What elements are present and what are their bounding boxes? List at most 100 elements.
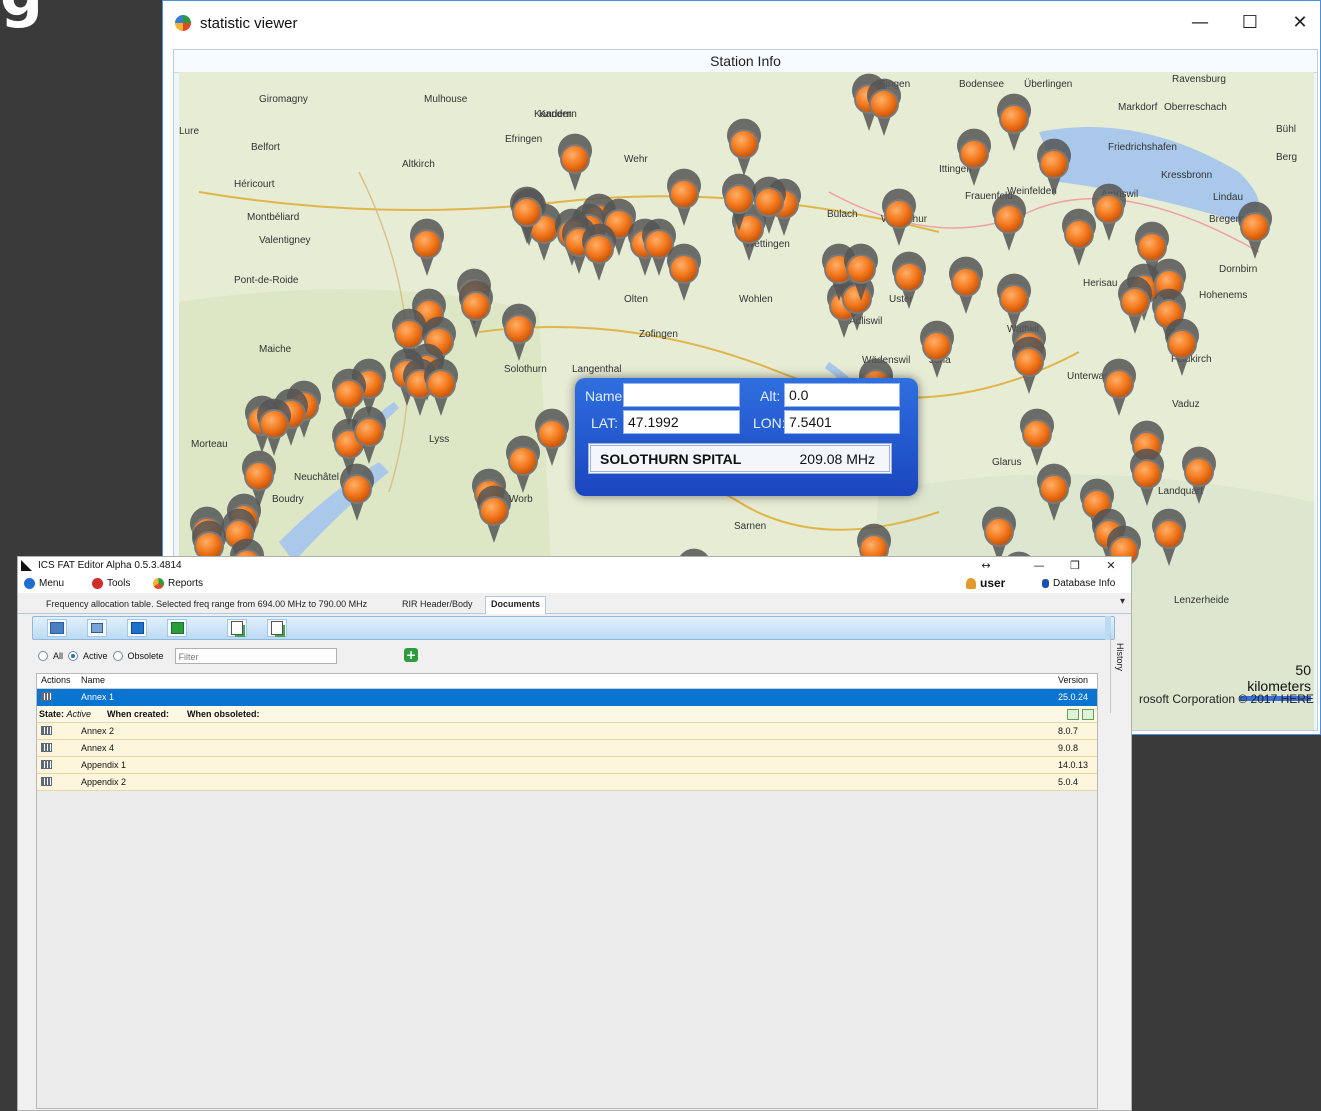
new-document-button[interactable]	[227, 619, 247, 637]
menu-label: Menu	[39, 578, 65, 589]
radio-obsolete-label: Obsolete	[127, 651, 164, 661]
map-place-label: Lyss	[429, 434, 449, 445]
grid-icon[interactable]	[41, 760, 52, 769]
map-place-label: Lindau	[1213, 192, 1243, 203]
map-place-label: Neuchâtel	[294, 472, 339, 483]
name-label: Name:	[585, 388, 627, 404]
menu-reports[interactable]: Reports	[153, 578, 203, 589]
lat-label: LAT:	[591, 415, 618, 431]
table-row-selected[interactable]: Annex 1 25.0.24	[37, 689, 1097, 706]
minimize-button[interactable]: —	[1024, 558, 1054, 574]
tab-list-icon[interactable]: ▾	[1120, 596, 1125, 607]
map-place-label: Langenthal	[572, 364, 622, 375]
grid-icon[interactable]	[41, 777, 52, 786]
row-name: Appendix 2	[81, 777, 127, 787]
edit-button[interactable]	[47, 619, 67, 637]
refresh-button[interactable]	[87, 619, 107, 637]
user-label: user	[980, 576, 1006, 590]
close-button[interactable]: ✕	[1096, 558, 1126, 574]
maximize-button[interactable]: ☐	[1230, 9, 1270, 37]
when-created-label: When created:	[107, 709, 170, 719]
menu-tools[interactable]: Tools	[92, 578, 130, 589]
map-place-label: Sarnen	[734, 521, 766, 532]
restore-button[interactable]: ❐	[1060, 558, 1090, 574]
grid-icon[interactable]	[41, 692, 52, 701]
map-place-label: Mulhouse	[424, 94, 468, 105]
col-name[interactable]: Name	[81, 675, 105, 685]
row-version: 8.0.7	[1058, 726, 1079, 736]
station-name: SOLOTHURN SPITAL	[600, 451, 742, 467]
map-place-label: Dornbirn	[1219, 264, 1257, 275]
export-icon	[170, 622, 184, 634]
alt-field[interactable]: 0.0	[784, 383, 900, 407]
map-place-label: Überlingen	[1024, 78, 1072, 90]
app-icon	[175, 15, 191, 31]
refresh-icon	[91, 623, 103, 633]
lon-field[interactable]: 7.5401	[784, 410, 900, 434]
row-version: 9.0.8	[1058, 743, 1079, 753]
tab-frequency-allocation[interactable]: Frequency allocation table. Selected fre…	[41, 597, 372, 612]
window-title: ICS FAT Editor Alpha 0.5.3.4814	[38, 560, 182, 571]
window-title: statistic viewer	[200, 15, 298, 32]
move-icon[interactable]: ↔	[971, 558, 1001, 574]
minimize-button[interactable]: —	[1180, 9, 1220, 37]
tools-label: Tools	[107, 578, 131, 589]
station-entry[interactable]: SOLOTHURN SPITAL 209.08 MHz	[588, 443, 892, 474]
add-icon[interactable]: +	[404, 648, 418, 662]
tools-icon	[92, 578, 103, 589]
name-field[interactable]	[623, 383, 740, 407]
window-button[interactable]	[127, 619, 147, 637]
user-menu[interactable]: user	[966, 576, 1005, 590]
lat-field[interactable]: 47.1992	[623, 410, 740, 434]
panel-header: Station Info	[174, 50, 1317, 73]
radio-all[interactable]	[38, 651, 48, 661]
station-frequency: 209.08 MHz	[799, 451, 875, 467]
radio-active[interactable]	[68, 651, 79, 661]
tab-strip: Frequency allocation table. Selected fre…	[18, 593, 1131, 614]
row-name: Appendix 1	[81, 760, 127, 770]
when-obsoleted-label: When obsoleted:	[187, 709, 260, 719]
user-icon	[966, 577, 976, 589]
state-label: State: Active	[39, 709, 92, 719]
globe-icon	[24, 578, 35, 589]
lon-label: LON:	[753, 415, 786, 431]
expand-icon[interactable]	[1082, 709, 1094, 720]
export-button[interactable]	[167, 619, 187, 637]
table-row[interactable]: Appendix 1 14.0.13	[37, 757, 1097, 774]
map-place-label: Montbéliard	[247, 212, 299, 223]
map-place-label: Friedrichshafen	[1108, 142, 1177, 153]
add-document-button[interactable]	[267, 619, 287, 637]
table-row[interactable]: Appendix 2 5.0.4	[37, 774, 1097, 791]
menu-menu[interactable]: Menu	[24, 578, 64, 589]
col-version[interactable]: Version	[1058, 675, 1088, 685]
map-place-label: Lenzerheide	[1174, 595, 1229, 606]
filter-input[interactable]: Filter	[174, 648, 337, 664]
col-actions[interactable]: Actions	[41, 675, 71, 685]
database-icon	[1042, 579, 1049, 588]
map-place-label: Wehr	[624, 154, 648, 165]
history-side-tab[interactable]: History	[1110, 633, 1125, 713]
map-place-label: Kressbronn	[1161, 170, 1212, 181]
map-copyright: rosoft Corporation © 2017 HERE	[1139, 692, 1314, 706]
table-row[interactable]: Annex 2 8.0.7	[37, 723, 1097, 740]
filter-bar: All Active Obsolete Filter	[38, 647, 337, 665]
alt-label: Alt:	[760, 388, 781, 404]
map-place-label: Markdorf	[1118, 102, 1158, 113]
close-button[interactable]: ✕	[1280, 9, 1320, 37]
map-place-label: Olten	[624, 294, 648, 305]
tab-documents[interactable]: Documents	[485, 596, 547, 614]
map-place-label: Maiche	[259, 344, 292, 355]
radio-active-label: Active	[83, 651, 108, 661]
reports-icon	[153, 578, 164, 589]
grid-icon[interactable]	[41, 726, 52, 735]
grid-icon[interactable]	[41, 743, 52, 752]
table-row[interactable]: Annex 4 9.0.8	[37, 740, 1097, 757]
tab-rir-header-body[interactable]: RIR Header/Body	[397, 597, 478, 612]
map-place-label: Belfort	[251, 142, 280, 153]
database-info-button[interactable]: Database Info	[1042, 578, 1115, 589]
radio-obsolete[interactable]	[112, 651, 123, 661]
map-place-label: Herisau	[1083, 278, 1117, 289]
map-place-label: Bühl	[1276, 124, 1296, 135]
title-bar: statistic viewer — ☐ ✕	[163, 1, 1320, 45]
collapse-icon[interactable]	[1067, 709, 1079, 720]
